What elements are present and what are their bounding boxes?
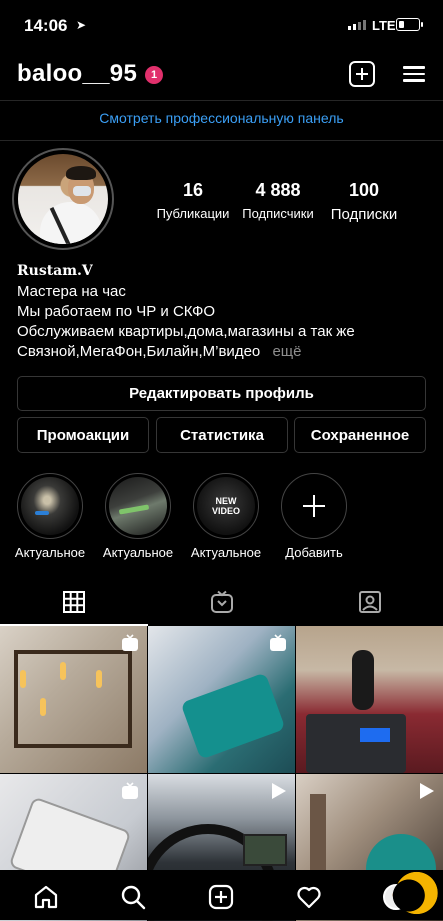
edit-profile-button[interactable]: Редактировать профиль [17, 376, 426, 411]
play-icon [272, 783, 286, 799]
profile-username[interactable]: baloo__95 [17, 60, 137, 88]
professional-dashboard-link[interactable]: Смотреть профессиональную панель [0, 110, 443, 126]
highlight-item[interactable]: Актуальное [103, 473, 173, 560]
heart-icon [297, 886, 321, 909]
avatar[interactable] [18, 154, 108, 244]
bio-line: Мастера на час [17, 283, 126, 300]
plus-icon [303, 495, 325, 517]
highlight-label: Актуальное [14, 545, 86, 560]
home-icon [34, 885, 58, 909]
following-stat[interactable]: 100 Подписки [319, 180, 409, 223]
highlight-ring [17, 473, 83, 539]
status-time: 14:06 [24, 16, 68, 35]
posts-label: Публикации [156, 206, 230, 221]
bio-line: Обслуживаем квартиры,дома,магазины а так… [17, 323, 355, 340]
post-thumbnail[interactable] [148, 626, 295, 773]
highlight-item[interactable]: NEW VIDEO Актуальное [191, 473, 261, 560]
search-icon [121, 885, 146, 910]
highlight-ring [281, 473, 347, 539]
followers-stat[interactable]: 4 888 Подписчики [233, 180, 323, 221]
highlight-cover [109, 477, 167, 535]
divider [0, 100, 443, 101]
followers-count: 4 888 [255, 180, 301, 200]
nav-new-post[interactable] [208, 884, 234, 910]
battery-icon [396, 18, 420, 31]
plus-square-icon [349, 61, 375, 87]
play-icon [420, 783, 434, 799]
igtv-icon [211, 590, 233, 613]
promotions-button[interactable]: Промоакции [17, 417, 149, 453]
highlight-item[interactable]: Актуальное [15, 473, 85, 560]
saved-button[interactable]: Сохраненное [294, 417, 426, 453]
followers-label: Подписчики [242, 206, 314, 221]
divider [0, 140, 443, 141]
highlight-ring [105, 473, 171, 539]
highlight-label: Актуальное [190, 545, 262, 560]
hamburger-icon [403, 62, 425, 86]
post-thumbnail[interactable] [0, 626, 147, 773]
nav-home[interactable] [33, 884, 59, 910]
bio-line-text: Связной,МегаФон,Билайн,М’видео [17, 343, 261, 360]
bio-more-link[interactable]: ещё [272, 343, 301, 360]
highlight-label: Актуальное [102, 545, 174, 560]
notification-badge: 1 [145, 66, 163, 84]
signal-icon [348, 20, 366, 30]
post-thumbnail[interactable] [296, 626, 443, 773]
bio-line: Мы работаем по ЧР и СКФО [17, 303, 216, 320]
posts-count: 16 [182, 180, 204, 200]
following-count: 100 [348, 180, 380, 200]
battery-tip [421, 22, 423, 27]
highlight-cover-text: NEW VIDEO [211, 496, 240, 516]
igtv-icon [122, 634, 138, 651]
new-post-button[interactable] [348, 60, 376, 88]
igtv-icon [122, 782, 138, 799]
new-post-icon [208, 884, 234, 910]
posts-stat[interactable]: 16 Публикации [148, 180, 238, 221]
grid-icon [63, 591, 85, 613]
overlay-logo [388, 868, 440, 918]
menu-button[interactable] [400, 60, 428, 88]
igtv-icon [270, 634, 286, 651]
highlight-ring: NEW VIDEO [193, 473, 259, 539]
add-highlight-button[interactable]: Добавить [279, 473, 349, 560]
location-arrow-icon: ➤ [76, 18, 87, 32]
highlight-cover: NEW VIDEO [197, 477, 255, 535]
tab-tagged[interactable] [356, 588, 384, 616]
bio-line: Связной,МегаФон,Билайн,М’видео ещё [17, 342, 301, 362]
statistics-button[interactable]: Статистика [156, 417, 288, 453]
network-type: LTE [372, 18, 396, 33]
highlight-cover [21, 477, 79, 535]
nav-activity[interactable] [296, 884, 322, 910]
highlight-label: Добавить [285, 545, 343, 560]
profile-name: Rustam.V [17, 263, 93, 279]
tagged-icon [359, 591, 381, 613]
nav-search[interactable] [120, 884, 146, 910]
status-bar: 14:06 ➤ LTE [0, 0, 443, 50]
following-label: Подписки [330, 206, 398, 223]
tab-igtv[interactable] [208, 588, 236, 616]
tab-posts[interactable] [60, 588, 88, 616]
